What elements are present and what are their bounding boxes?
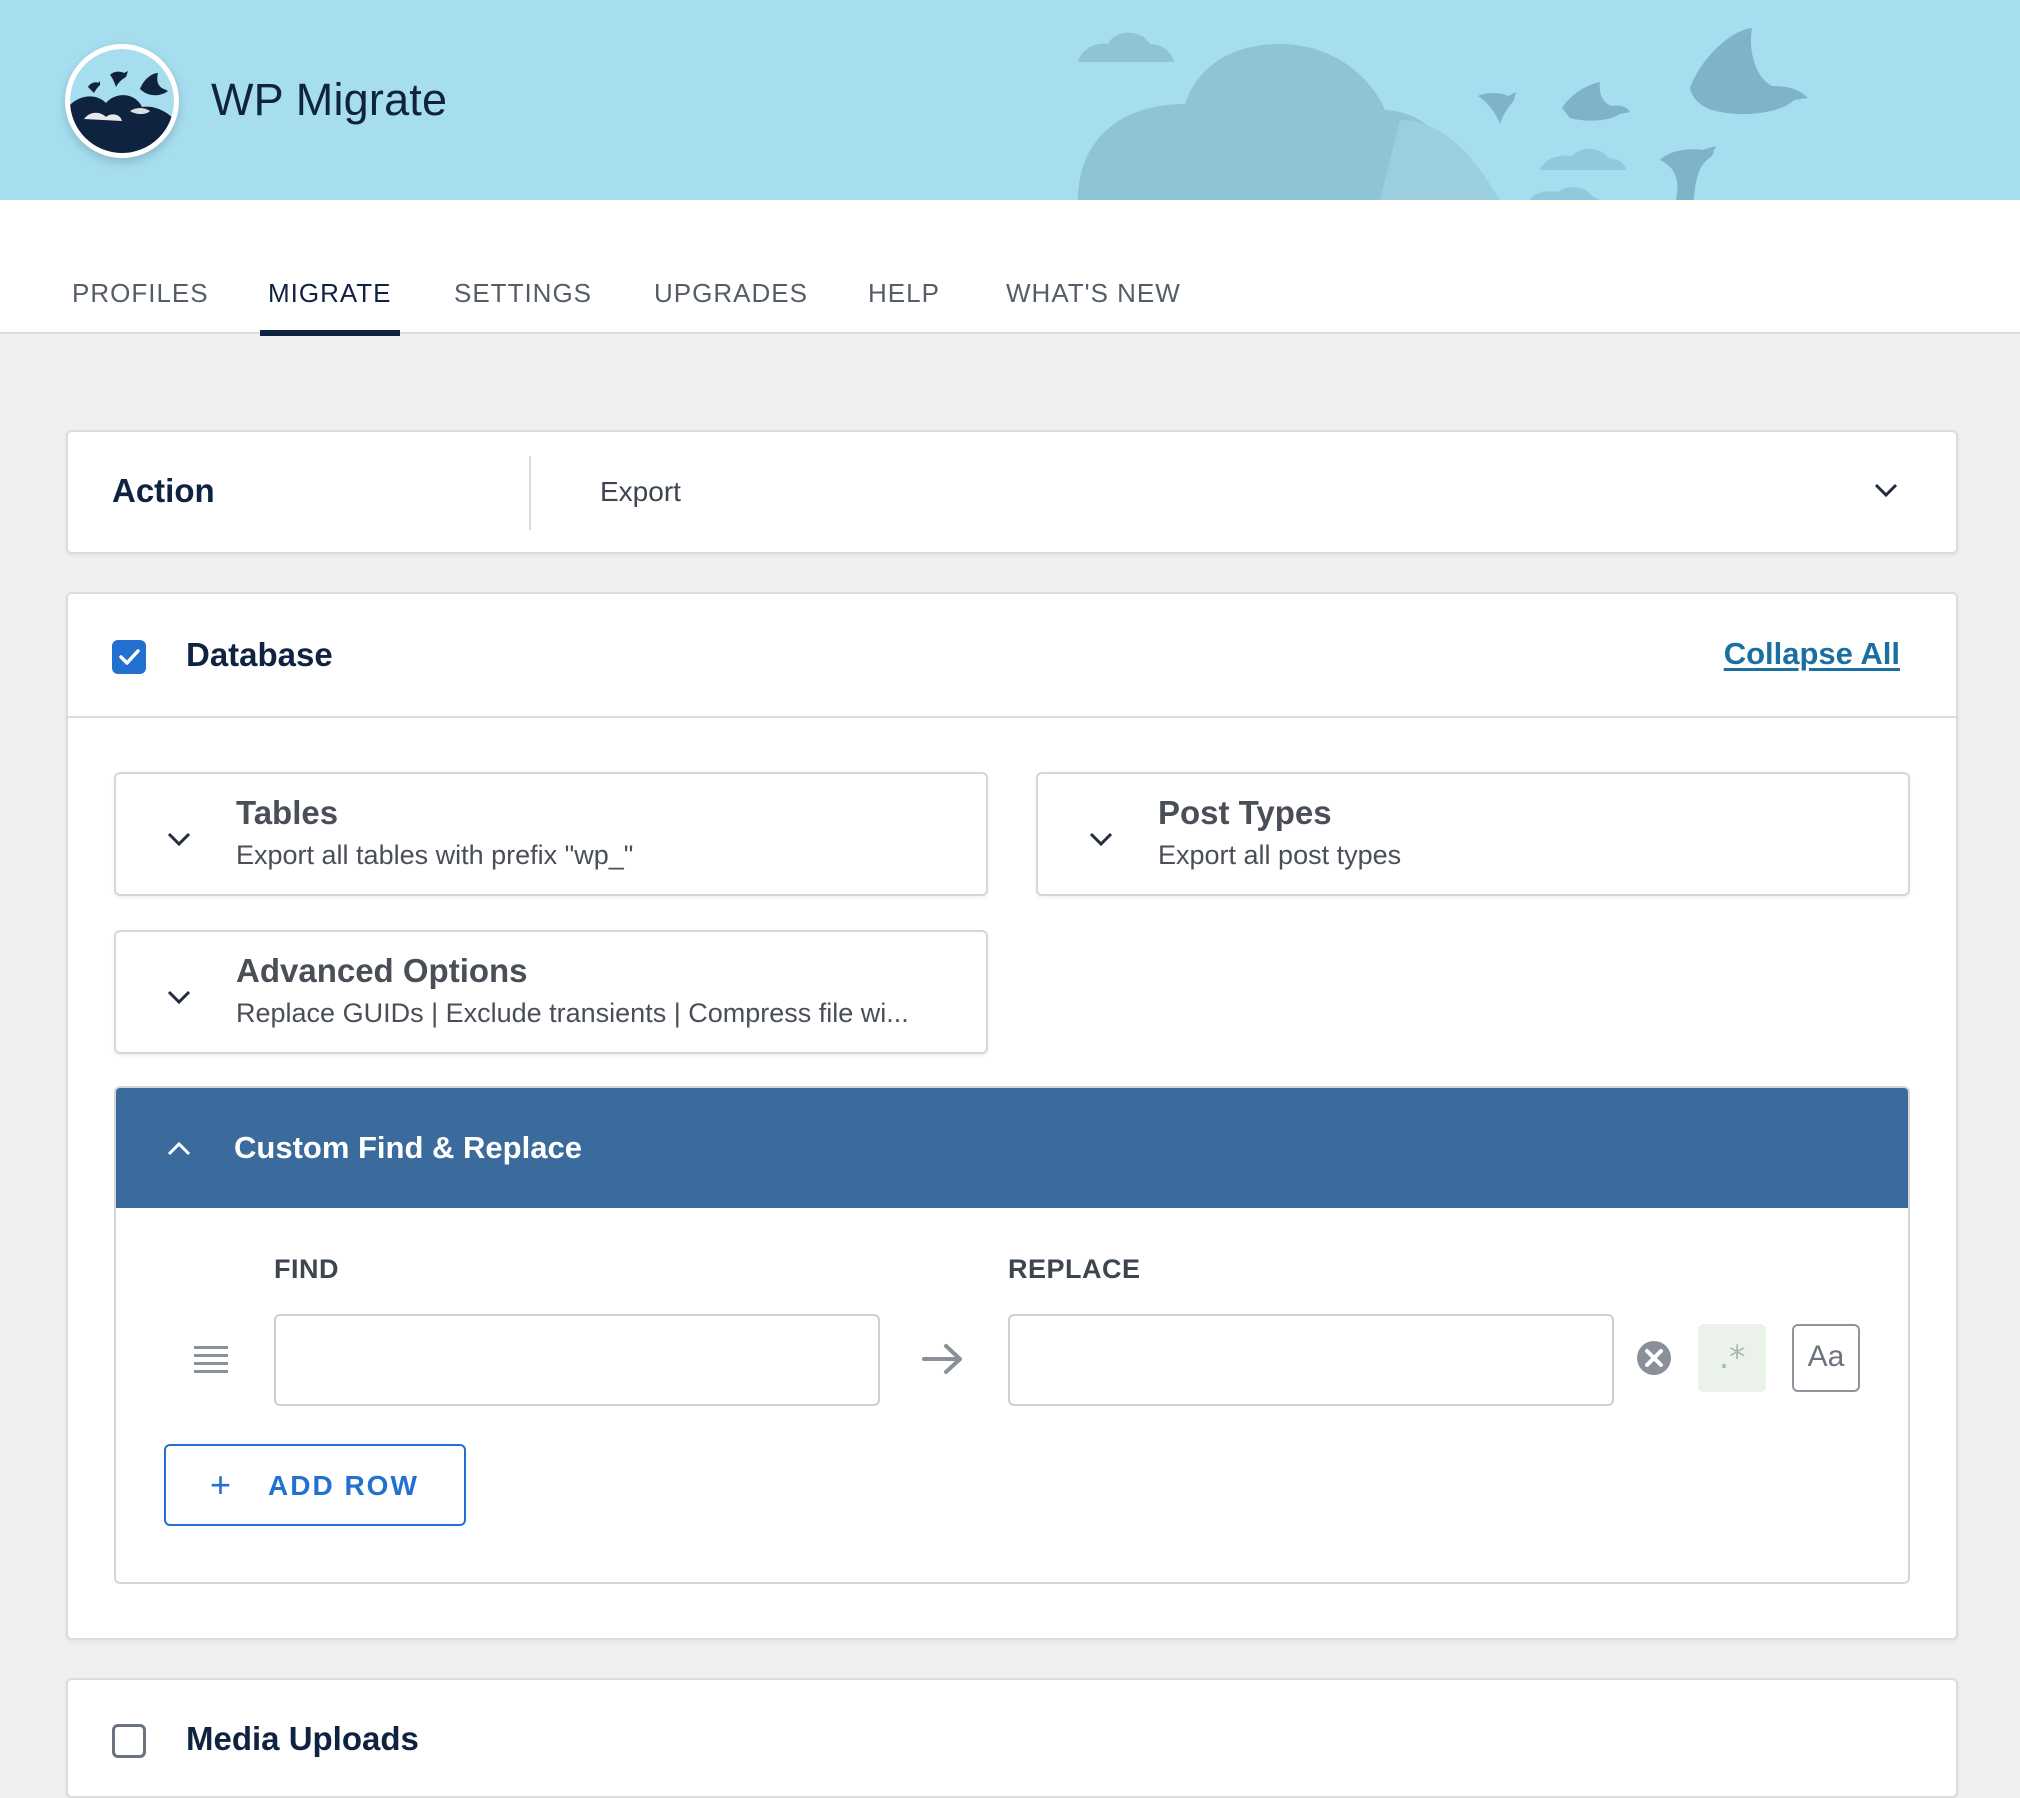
tab-settings[interactable]: SETTINGS xyxy=(446,278,600,334)
tab-migrate[interactable]: MIGRATE xyxy=(260,278,400,336)
post-types-panel[interactable]: Post Types Export all post types xyxy=(1036,772,1910,896)
chevron-down-icon[interactable] xyxy=(1088,826,1114,852)
app-header: WP Migrate xyxy=(0,0,2020,200)
database-checkbox[interactable] xyxy=(112,640,146,674)
tab-profiles[interactable]: PROFILES xyxy=(64,278,217,334)
arrow-right-icon xyxy=(922,1344,962,1374)
drag-handle-icon[interactable] xyxy=(192,1344,230,1376)
add-row-label: ADD ROW xyxy=(268,1470,419,1501)
chevron-down-icon[interactable] xyxy=(166,984,192,1010)
media-uploads-checkbox[interactable] xyxy=(112,1724,146,1758)
tables-title: Tables xyxy=(236,794,339,831)
main-nav: PROFILES MIGRATE SETTINGS UPGRADES HELP … xyxy=(0,200,2020,336)
tables-summary: Export all tables with prefix "wp_" xyxy=(236,840,634,870)
find-input[interactable] xyxy=(274,1314,880,1406)
plus-icon: + xyxy=(210,1464,232,1505)
app-title: WP Migrate xyxy=(211,74,448,125)
action-select[interactable]: Action Export xyxy=(66,430,1958,554)
collapse-all-link[interactable]: Collapse All xyxy=(1724,636,1900,672)
advanced-options-panel[interactable]: Advanced Options Replace GUIDs | Exclude… xyxy=(114,930,988,1054)
tab-upgrades[interactable]: UPGRADES xyxy=(646,278,816,334)
action-label: Action xyxy=(112,472,215,509)
advanced-options-title: Advanced Options xyxy=(236,952,528,989)
regex-toggle-button[interactable]: .* xyxy=(1698,1324,1766,1392)
chevron-down-icon[interactable] xyxy=(1872,476,1900,504)
chevron-down-icon[interactable] xyxy=(166,826,192,852)
wp-migrate-logo xyxy=(65,44,179,158)
action-value[interactable]: Export xyxy=(600,476,681,508)
replace-label: REPLACE xyxy=(1008,1254,1141,1284)
divider xyxy=(529,456,531,530)
database-header: Database Collapse All xyxy=(68,594,1956,718)
find-replace-header[interactable]: Custom Find & Replace xyxy=(116,1088,1908,1208)
media-uploads-section: Media Uploads xyxy=(66,1678,1958,1798)
tables-panel[interactable]: Tables Export all tables with prefix "wp… xyxy=(114,772,988,896)
advanced-options-summary: Replace GUIDs | Exclude transients | Com… xyxy=(236,998,909,1028)
tab-whats-new[interactable]: WHAT'S NEW xyxy=(998,278,1189,334)
find-replace-panel: Custom Find & Replace FIND REPLACE .* Aa… xyxy=(114,1086,1910,1584)
clear-row-icon[interactable] xyxy=(1636,1340,1672,1376)
chevron-up-icon[interactable] xyxy=(166,1136,192,1162)
tab-help[interactable]: HELP xyxy=(860,278,948,334)
add-row-button[interactable]: + ADD ROW xyxy=(164,1444,466,1526)
post-types-title: Post Types xyxy=(1158,794,1332,831)
media-uploads-title: Media Uploads xyxy=(186,1720,419,1757)
post-types-summary: Export all post types xyxy=(1158,840,1402,870)
replace-input[interactable] xyxy=(1008,1314,1614,1406)
case-sensitive-toggle-button[interactable]: Aa xyxy=(1792,1324,1860,1392)
find-replace-title: Custom Find & Replace xyxy=(234,1130,582,1165)
find-label: FIND xyxy=(274,1254,339,1284)
database-title: Database xyxy=(186,636,333,673)
checkmark-icon xyxy=(119,649,140,665)
